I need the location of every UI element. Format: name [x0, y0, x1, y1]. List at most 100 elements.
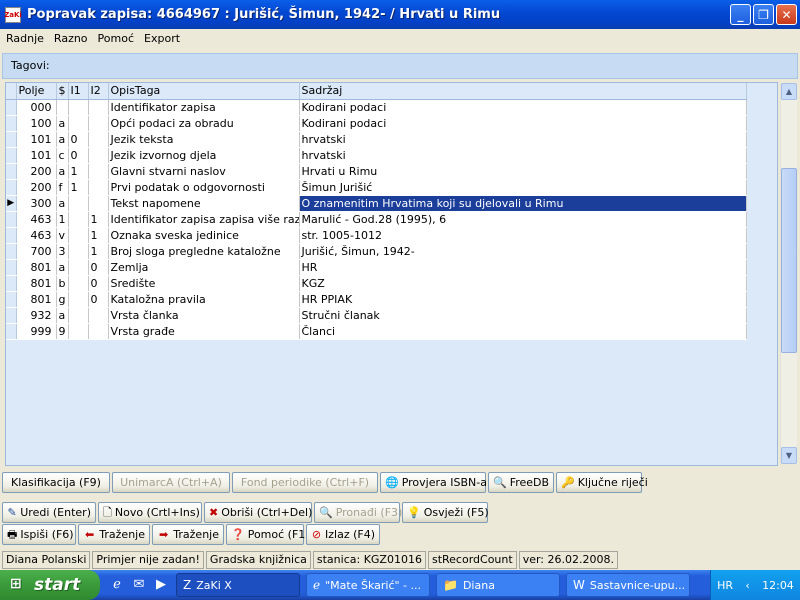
cell-opis[interactable]: Broj sloga pregledne kataložne — [108, 243, 300, 260]
cell-subfield[interactable]: b — [56, 275, 69, 292]
toolbar1-button-3[interactable]: 🌐 Provjera ISBN-a — [380, 472, 487, 493]
cell-sadrzaj[interactable]: Jurišić, Šimun, 1942- — [299, 243, 747, 260]
cell-i1[interactable] — [68, 195, 89, 212]
cell-sadrzaj[interactable]: HR — [299, 259, 747, 276]
cell-polje[interactable]: 101 — [16, 147, 57, 164]
table-row[interactable]: 101 c 0 Jezik izvornog djela hrvatski — [6, 147, 747, 164]
media-player-icon[interactable]: ▶ — [152, 576, 170, 594]
cell-i2[interactable]: 1 — [88, 211, 109, 228]
tray-arrow-icon[interactable]: ‹ — [745, 579, 749, 592]
cell-polje[interactable]: 200 — [16, 163, 57, 180]
toolbar3-button-3[interactable]: ❓ Pomoć (F1) — [226, 524, 310, 545]
toolbar3-button-4[interactable]: ⊘ Izlaz (F4) — [306, 524, 380, 545]
table-row[interactable]: 200 a 1 Glavni stvarni naslov Hrvati u Rimu — [6, 163, 747, 180]
cell-polje[interactable]: 463 — [16, 211, 57, 228]
table-row[interactable]: 700 3 1 Broj sloga pregledne kataložne Juriš… — [6, 243, 747, 260]
cell-i1[interactable] — [68, 275, 89, 292]
cell-sadrzaj[interactable]: Hrvati u Rimu — [299, 163, 747, 180]
cell-i2[interactable] — [88, 115, 109, 132]
header-i1[interactable]: I1 — [68, 83, 89, 100]
table-row[interactable]: 000 Identifikator zapisa Kodirani podaci — [6, 99, 747, 116]
cell-polje[interactable]: 932 — [16, 307, 57, 324]
cell-i1[interactable] — [68, 211, 89, 228]
cell-subfield[interactable]: a — [56, 115, 69, 132]
toolbar2-button-2[interactable]: ✖ Obriši (Ctrl+Del) — [204, 502, 312, 523]
toolbar1-button-2[interactable]: Fond periodike (Ctrl+F) — [232, 472, 378, 493]
cell-opis[interactable]: Identifikator zapisa zapisa više razine — [108, 211, 300, 228]
table-row[interactable]: 101 a 0 Jezik teksta hrvatski — [6, 131, 747, 148]
scroll-up-icon[interactable]: ▲ — [781, 83, 797, 100]
cell-i1[interactable] — [68, 115, 89, 132]
cell-i2[interactable]: 0 — [88, 275, 109, 292]
cell-opis[interactable]: Prvi podatak o odgovornosti — [108, 179, 300, 196]
cell-i1[interactable]: 0 — [68, 131, 89, 148]
cell-i2[interactable] — [88, 307, 109, 324]
table-row[interactable]: 801 a 0 Zemlja HR — [6, 259, 747, 276]
toolbar3-button-0[interactable]: 🖶 Ispiši (F6) — [2, 524, 76, 545]
cell-subfield[interactable]: c — [56, 147, 69, 164]
cell-i1[interactable] — [68, 99, 89, 116]
cell-opis[interactable]: Jezik izvornog djela — [108, 147, 300, 164]
cell-opis[interactable]: Vrsta članka — [108, 307, 300, 324]
cell-i2[interactable]: 0 — [88, 291, 109, 308]
cell-polje[interactable]: 999 — [16, 323, 57, 340]
cell-i1[interactable] — [68, 259, 89, 276]
toolbar3-button-1[interactable]: ⬅ Traženje — [78, 524, 150, 545]
toolbar2-button-1[interactable]: 🗋 Novo (Crtl+Ins) — [98, 502, 202, 523]
cell-sadrzaj[interactable]: Stručni članak — [299, 307, 747, 324]
close-button[interactable]: ✕ — [776, 4, 797, 25]
cell-subfield[interactable]: 1 — [56, 211, 69, 228]
cell-polje[interactable]: 300 — [16, 195, 57, 212]
cell-i2[interactable] — [88, 323, 109, 340]
cell-polje[interactable]: 100 — [16, 115, 57, 132]
cell-polje[interactable]: 801 — [16, 275, 57, 292]
cell-i1[interactable]: 1 — [68, 163, 89, 180]
menu-radnje[interactable]: Radnje — [1, 32, 49, 45]
cell-polje[interactable]: 101 — [16, 131, 57, 148]
toolbar2-button-4[interactable]: 💡 Osvježi (F5) — [402, 502, 489, 523]
cell-sadrzaj[interactable]: KGZ — [299, 275, 747, 292]
scroll-thumb[interactable] — [781, 168, 797, 353]
cell-subfield[interactable]: a — [56, 259, 69, 276]
cell-polje[interactable]: 700 — [16, 243, 57, 260]
cell-subfield[interactable] — [56, 99, 69, 116]
cell-subfield[interactable]: 9 — [56, 323, 69, 340]
record-grid[interactable]: Polje $ I1 I2 OpisTaga Sadržaj 000 Identi… — [5, 82, 778, 466]
cell-sadrzaj[interactable]: Kodirani podaci — [299, 115, 747, 132]
cell-polje[interactable]: 000 — [16, 99, 57, 116]
cell-opis[interactable]: Jezik teksta — [108, 131, 300, 148]
cell-i1[interactable] — [68, 227, 89, 244]
cell-i1[interactable]: 1 — [68, 179, 89, 196]
header-i2[interactable]: I2 — [88, 83, 109, 100]
table-row[interactable]: 463 1 1 Identifikator zapisa zapisa više ra… — [6, 211, 747, 228]
toolbar1-button-4[interactable]: 🔍 FreeDB — [488, 472, 554, 493]
cell-i2[interactable] — [88, 147, 109, 164]
cell-opis[interactable]: Zemlja — [108, 259, 300, 276]
header-opis-taga[interactable]: OpisTaga — [108, 83, 300, 100]
cell-i2[interactable] — [88, 179, 109, 196]
cell-i2[interactable] — [88, 163, 109, 180]
cell-opis[interactable]: Tekst napomene — [108, 195, 300, 212]
header-subfield[interactable]: $ — [56, 83, 69, 100]
cell-opis[interactable]: Glavni stvarni naslov — [108, 163, 300, 180]
cell-sadrzaj[interactable]: Članci — [299, 323, 747, 340]
vertical-scrollbar[interactable]: ▲ ▼ — [780, 83, 797, 464]
cell-opis[interactable]: Kataložna pravila — [108, 291, 300, 308]
cell-subfield[interactable]: a — [56, 131, 69, 148]
cell-sadrzaj[interactable]: Šimun Jurišić — [299, 179, 747, 196]
cell-sadrzaj[interactable]: Marulić - God.28 (1995), 6 — [299, 211, 747, 228]
cell-subfield[interactable]: 3 — [56, 243, 69, 260]
header-polje[interactable]: Polje — [16, 83, 57, 100]
outlook-icon[interactable]: ✉ — [130, 576, 148, 594]
minimize-button[interactable]: _ — [730, 4, 751, 25]
cell-i2[interactable] — [88, 131, 109, 148]
taskbar-item-1[interactable]: ℯ "Mate Škarić" - ... — [306, 573, 430, 597]
start-button[interactable]: ⊞ start — [0, 570, 100, 600]
cell-polje[interactable]: 801 — [16, 259, 57, 276]
cell-subfield[interactable]: f — [56, 179, 69, 196]
restore-button[interactable]: ❐ — [753, 4, 774, 25]
scroll-down-icon[interactable]: ▼ — [781, 447, 797, 464]
table-row[interactable]: 801 g 0 Kataložna pravila HR PPIAK — [6, 291, 747, 308]
table-row[interactable]: 801 b 0 Središte KGZ — [6, 275, 747, 292]
cell-subfield[interactable]: a — [56, 195, 69, 212]
